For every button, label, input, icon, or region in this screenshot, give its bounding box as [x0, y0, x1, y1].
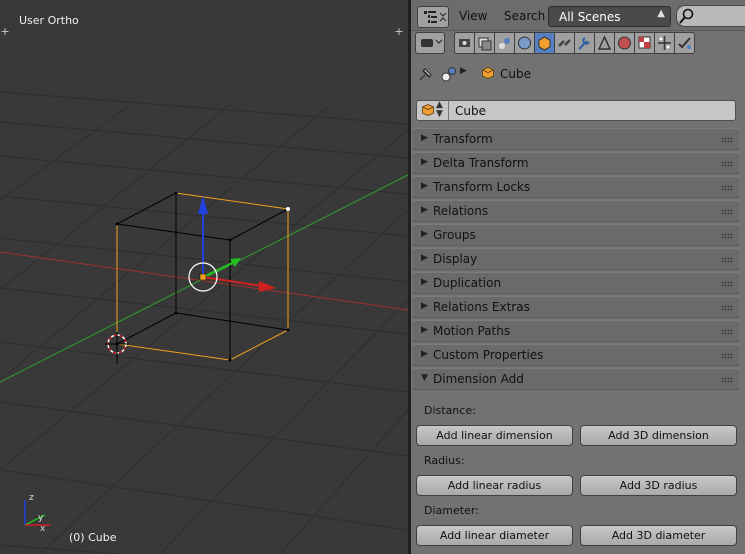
object-info-label: (0) Cube — [69, 531, 117, 544]
scene-selector-value: All Scenes — [559, 10, 621, 24]
properties-editor: View Search All Scenes ▲ ▶ Cube ▲ ▼ Cube… — [411, 0, 745, 554]
axis-x-label: x — [40, 524, 46, 534]
context-path: ▶ Cube — [411, 62, 745, 88]
axis-z-label: z — [29, 493, 34, 503]
scene-icon — [441, 67, 456, 82]
distance-label: Distance: — [424, 404, 476, 417]
properties-expand-icon[interactable]: + — [394, 26, 404, 37]
collapsed-arrow-icon: ▶ — [421, 277, 428, 287]
panel-groups[interactable]: ▶ Groups — [413, 224, 739, 246]
drag-handle-icon[interactable] — [721, 329, 733, 335]
properties-tabs — [415, 32, 723, 54]
add-linear-dimension-button[interactable]: Add linear dimension — [416, 425, 573, 446]
updown-arrows-icon: ▲ ▼ — [436, 100, 443, 119]
pin-toggle-button[interactable] — [415, 32, 445, 54]
view-name-label: User Ortho — [19, 14, 79, 27]
3d-cursor — [105, 332, 129, 364]
panel-delta-transform[interactable]: ▶ Delta Transform — [413, 152, 739, 174]
view-menu[interactable]: View — [459, 9, 487, 23]
add-3d-diameter-button[interactable]: Add 3D diameter — [580, 525, 737, 546]
panel-custom-properties[interactable]: ▶ Custom Properties — [413, 344, 739, 366]
texture-icon[interactable] — [634, 32, 655, 54]
floor-grid — [0, 91, 408, 554]
drag-handle-icon[interactable] — [721, 137, 733, 143]
drag-handle-icon[interactable] — [721, 281, 733, 287]
panel-relations[interactable]: ▶ Relations — [413, 200, 739, 222]
collapsed-arrow-icon: ▶ — [421, 205, 428, 215]
modifiers-icon[interactable] — [574, 32, 595, 54]
drag-handle-icon[interactable] — [721, 257, 733, 263]
panel-transform[interactable]: ▶ Transform — [413, 128, 739, 150]
updown-arrows-icon: ▲ — [657, 8, 665, 19]
collapsed-arrow-icon: ▶ — [421, 253, 428, 263]
radius-label: Radius: — [424, 454, 465, 467]
collapsed-arrow-icon: ▶ — [421, 301, 428, 311]
expanded-arrow-icon: ▼ — [421, 373, 428, 383]
drag-handle-icon[interactable] — [721, 209, 733, 215]
cube-icon — [482, 67, 494, 79]
drag-handle-icon[interactable] — [721, 233, 733, 239]
transform-manipulator — [188, 196, 276, 292]
drag-handle-icon[interactable] — [721, 377, 733, 383]
active-vertex — [286, 207, 290, 211]
outliner-icon — [424, 11, 447, 23]
search-field[interactable] — [676, 5, 745, 27]
collapsed-arrow-icon: ▶ — [421, 157, 428, 167]
add-3d-dimension-button[interactable]: Add 3D dimension — [580, 425, 737, 446]
data-icon[interactable] — [594, 32, 615, 54]
panel-transform-locks[interactable]: ▶ Transform Locks — [413, 176, 739, 198]
search-menu[interactable]: Search — [504, 9, 545, 23]
cube-icon — [422, 104, 434, 116]
add-linear-diameter-button[interactable]: Add linear diameter — [416, 525, 573, 546]
drag-handle-icon[interactable] — [721, 185, 733, 191]
pin-icon[interactable] — [416, 66, 434, 84]
add-linear-radius-button[interactable]: Add linear radius — [416, 475, 573, 496]
physics-icon[interactable] — [674, 32, 695, 54]
magnifier-icon — [679, 8, 694, 24]
scene-selector[interactable]: All Scenes ▲ — [548, 6, 671, 27]
world-icon[interactable] — [514, 32, 535, 54]
toolshelf-expand-icon[interactable]: + — [0, 26, 10, 37]
collapsed-arrow-icon: ▶ — [421, 133, 428, 143]
diameter-label: Diameter: — [424, 504, 479, 517]
collapsed-arrow-icon: ▶ — [421, 229, 428, 239]
panel-duplication[interactable]: ▶ Duplication — [413, 272, 739, 294]
panel-relations-extras[interactable]: ▶ Relations Extras — [413, 296, 739, 318]
collapsed-arrow-icon: ▶ — [421, 325, 428, 335]
scene-icon[interactable] — [494, 32, 515, 54]
render-icon[interactable] — [454, 32, 475, 54]
3d-viewport[interactable]: z y x User Ortho (0) Cube + + — [0, 0, 408, 554]
editor-type-button[interactable] — [417, 6, 449, 28]
viewport-scene: z y x — [0, 91, 408, 554]
breadcrumb-arrow-icon: ▶ — [460, 66, 467, 76]
panel-display[interactable]: ▶ Display — [413, 248, 739, 270]
object-name-value: Cube — [455, 104, 486, 118]
object-name-field[interactable]: ▲ ▼ Cube — [416, 100, 736, 121]
material-icon[interactable] — [614, 32, 635, 54]
object-icon[interactable] — [534, 32, 555, 54]
panel-dimension-add[interactable]: ▼ Dimension Add — [413, 368, 739, 390]
drag-handle-icon[interactable] — [721, 353, 733, 359]
context-object-name: Cube — [500, 67, 531, 81]
constraints-icon[interactable] — [554, 32, 575, 54]
panel-motion-paths[interactable]: ▶ Motion Paths — [413, 320, 739, 342]
axis-y-label: y — [38, 513, 44, 523]
add-3d-radius-button[interactable]: Add 3D radius — [580, 475, 737, 496]
collapsed-arrow-icon: ▶ — [421, 349, 428, 359]
render-layers-icon[interactable] — [474, 32, 495, 54]
properties-header: View Search All Scenes ▲ — [411, 0, 745, 31]
collapsed-arrow-icon: ▶ — [421, 181, 428, 191]
drag-handle-icon[interactable] — [721, 161, 733, 167]
particles-icon[interactable] — [654, 32, 675, 54]
drag-handle-icon[interactable] — [721, 305, 733, 311]
